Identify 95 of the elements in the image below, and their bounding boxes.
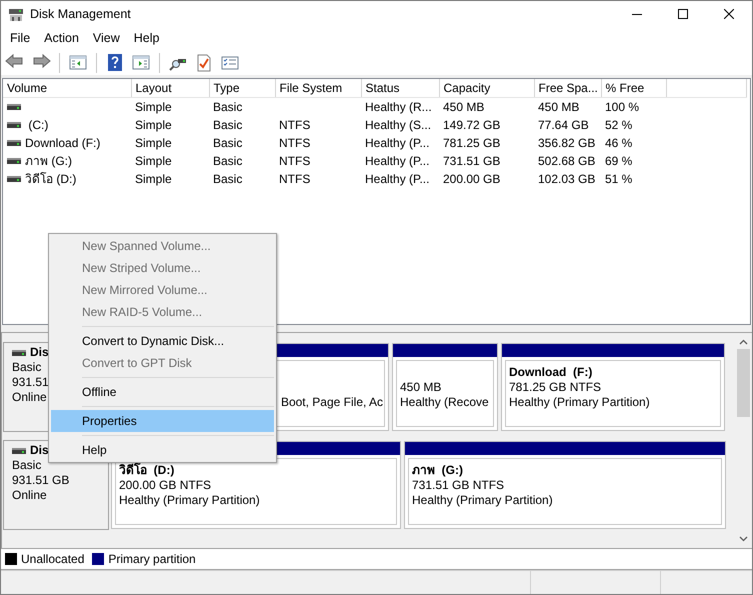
table-cell: Simple (135, 154, 172, 168)
drive-icon (12, 448, 26, 454)
column-header[interactable]: File System (275, 79, 361, 98)
partition-size: 200.00 GB NTFS (119, 478, 212, 492)
table-cell: Simple (135, 136, 172, 150)
drive-icon (7, 158, 21, 164)
legend-label: Primary partition (108, 551, 196, 568)
partition-size: 450 MB (400, 380, 442, 394)
table-cell: Basic (213, 154, 242, 168)
help-icon (105, 53, 125, 72)
disk-status: Online (12, 488, 47, 503)
column-header[interactable]: Layout (131, 79, 209, 98)
menu-item[interactable]: Convert to Dynamic Disk... (51, 330, 274, 352)
close-icon (724, 9, 734, 19)
table-cell: 102.03 GB (538, 172, 596, 186)
table-cell: 52 % (605, 118, 632, 132)
table-cell: Healthy (R... (365, 100, 432, 114)
table-cell: Simple (135, 172, 172, 186)
partition-size: 781.25 GB NTFS (509, 380, 602, 394)
column-header[interactable]: % Free (601, 79, 666, 98)
disk-type: Basic (12, 360, 42, 375)
partition-status: Healthy (Primary Partition) (412, 493, 553, 507)
partition[interactable]: ภาพ (G:) 731.51 GB NTFS Healthy (Primary Partition) (404, 441, 726, 529)
column-header[interactable]: Status (361, 79, 439, 98)
partition-title: วิดีโอ (D:) (119, 463, 174, 477)
partition-status: Healthy (Primary Partition) (119, 493, 260, 507)
table-cell: NTFS (279, 154, 310, 168)
table-cell: Healthy (P... (365, 172, 430, 186)
partition-status: Healthy (Recove (400, 395, 489, 409)
partition-size: 731.51 GB NTFS (412, 478, 504, 492)
table-cell: NTFS (279, 118, 310, 132)
table-cell: 502.68 GB (538, 154, 596, 168)
table-cell-text: Download (F:) (25, 135, 100, 152)
scroll-thumb[interactable] (737, 349, 750, 417)
disk-size: 931.51 (12, 375, 49, 390)
drive-icon (7, 104, 21, 110)
column-header[interactable]: Free Spa... (534, 79, 601, 98)
table-cell: NTFS (279, 136, 310, 150)
table-cell: 781.25 GB (443, 136, 500, 150)
partition[interactable]: 450 MB Healthy (Recove (392, 343, 498, 431)
menu-item[interactable]: View (86, 28, 127, 50)
table-cell: 46 % (605, 136, 632, 150)
panel-icon (68, 53, 88, 72)
table-cell-text: (C:) (27, 117, 48, 134)
table-cell: Basic (213, 172, 242, 186)
menu-item[interactable]: Help (126, 28, 166, 50)
table-cell: 51 % (605, 172, 632, 186)
table-cell-text: วิดีโอ (D:) (25, 171, 76, 188)
column-header[interactable]: Type (209, 79, 275, 98)
maximize-icon (678, 9, 688, 19)
table-cell: Simple (135, 118, 172, 132)
table-cell: Basic (213, 100, 242, 114)
table-cell: Basic (213, 136, 242, 150)
table-cell: Healthy (P... (365, 136, 430, 150)
table-cell: 356.82 GB (538, 136, 596, 150)
table-cell: Simple (135, 100, 172, 114)
disk-name: Dis (30, 345, 49, 360)
disk-name: Dis (30, 443, 49, 458)
partition[interactable]: Download (F:) 781.25 GB NTFS Healthy (Primary Partition) (501, 343, 725, 431)
drive-icon (7, 176, 21, 182)
menu-item[interactable]: File (3, 28, 38, 50)
drive-icon (7, 122, 21, 128)
table-cell: 200.00 GB (443, 172, 500, 186)
column-header[interactable]: Capacity (439, 79, 534, 98)
table-cell: Basic (213, 118, 242, 132)
table-cell: Healthy (S... (365, 118, 432, 132)
menu-item[interactable]: Properties (51, 410, 274, 432)
table-cell-text: ภาพ (G:) (25, 153, 72, 170)
table-cell: Healthy (P... (365, 154, 430, 168)
disk-status: Online (12, 390, 47, 405)
table-cell: 149.72 GB (443, 118, 500, 132)
partition-status: Healthy (Primary Partition) (509, 395, 650, 409)
table-cell: 450 MB (443, 100, 484, 114)
drive-icon (12, 350, 26, 356)
table-cell: 731.51 GB (443, 154, 500, 168)
table-cell: 450 MB (538, 100, 580, 114)
disk-type: Basic (12, 458, 42, 473)
table-cell: 77.64 GB (538, 118, 589, 132)
app-icon (8, 8, 24, 22)
disk-size: 931.51 GB (12, 473, 70, 488)
column-header[interactable]: Volume (3, 79, 131, 98)
partition-status: Boot, Page File, Ac (280, 395, 383, 409)
partition-title: Download (F:) (509, 365, 592, 379)
scroll-down-icon[interactable] (739, 536, 748, 542)
table-cell: NTFS (279, 172, 310, 186)
table-cell: 69 % (605, 154, 632, 168)
panel-icon (131, 53, 151, 72)
window-title: Disk Management (30, 6, 132, 23)
menu-item[interactable]: Offline (51, 381, 274, 403)
legend-label: Unallocated (21, 551, 84, 568)
scroll-up-icon[interactable] (739, 339, 748, 345)
drive-icon (7, 140, 21, 146)
menu-item[interactable]: Action (37, 28, 86, 50)
partition-title: ภาพ (G:) (412, 463, 463, 477)
table-cell: 100 % (605, 100, 640, 114)
